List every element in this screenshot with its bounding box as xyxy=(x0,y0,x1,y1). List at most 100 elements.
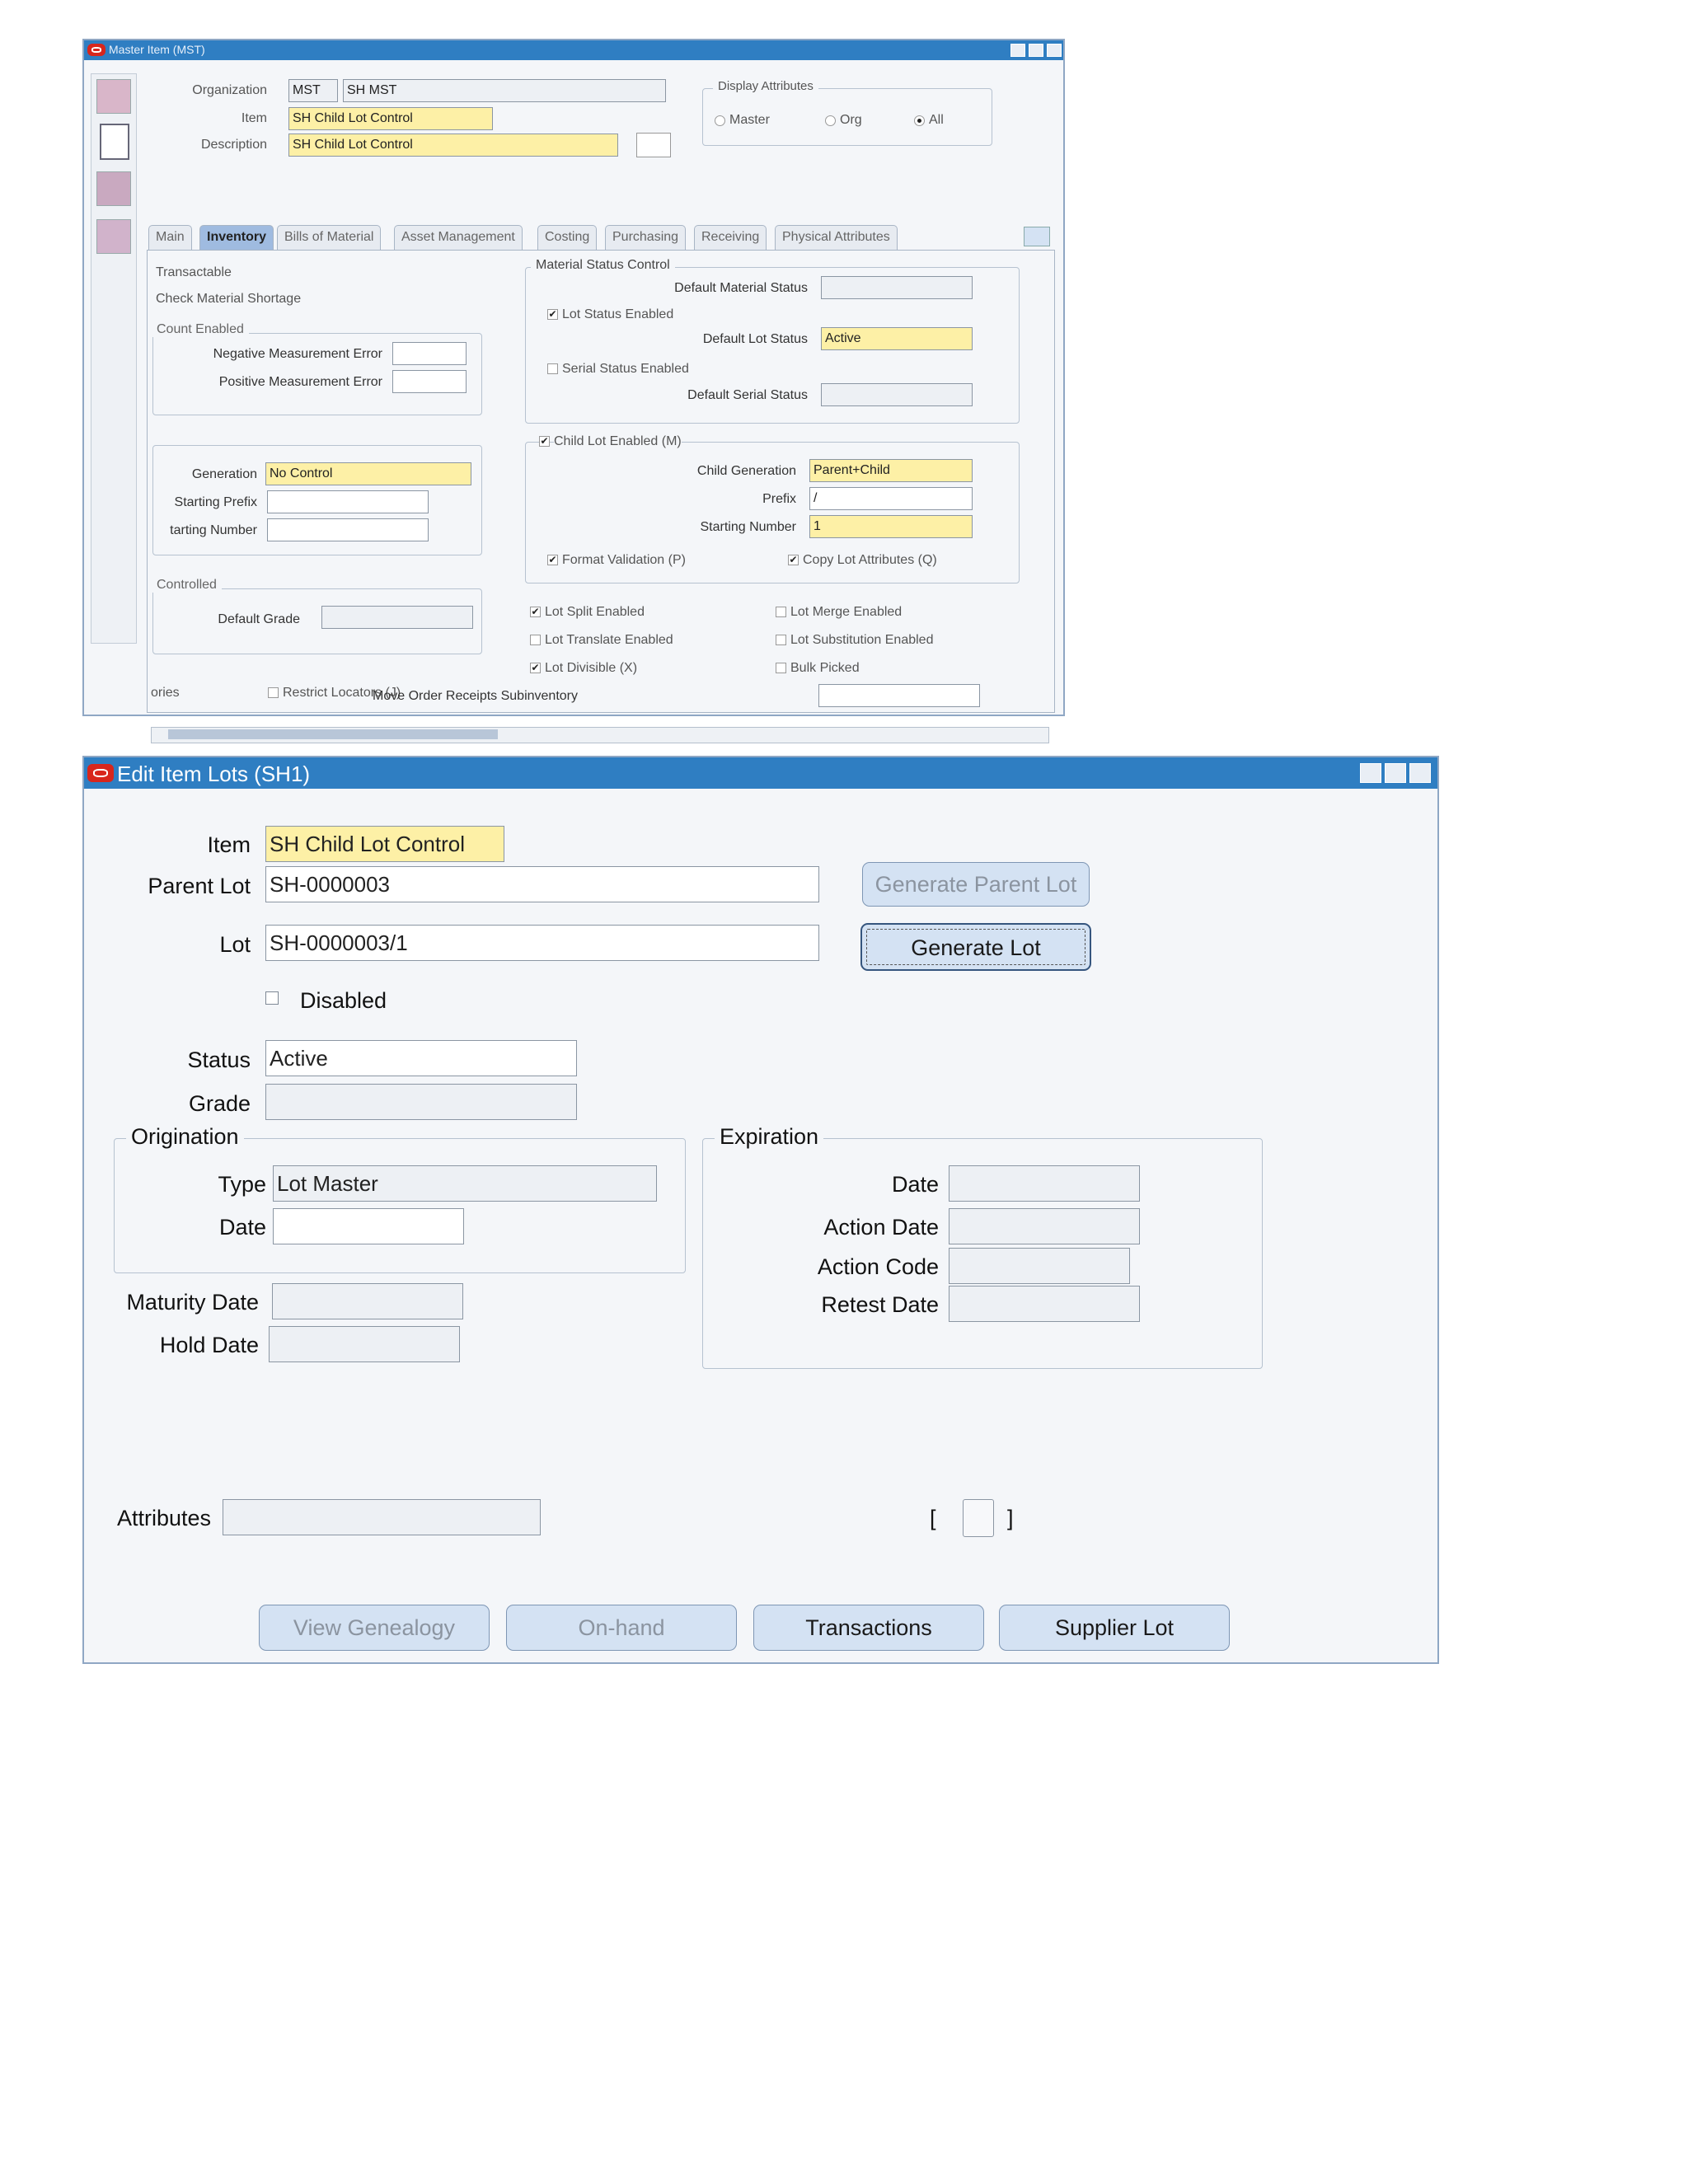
folder-icon[interactable] xyxy=(96,79,131,114)
tab-main[interactable]: Main xyxy=(148,225,192,250)
starting-prefix-field[interactable] xyxy=(267,490,429,513)
default-grade-field[interactable] xyxy=(321,606,473,629)
bulk-picked-checkbox[interactable] xyxy=(776,663,786,673)
origination-date-field[interactable] xyxy=(273,1208,464,1244)
oracle-logo-icon xyxy=(87,44,106,56)
lot-merge-checkbox[interactable] xyxy=(776,607,786,617)
description-field[interactable]: SH Child Lot Control xyxy=(288,134,618,157)
tab-purchasing[interactable]: Purchasing xyxy=(605,225,687,250)
restrict-locators-checkbox[interactable] xyxy=(268,687,279,698)
expiration-date-field[interactable] xyxy=(949,1165,1140,1202)
default-lot-status-field[interactable]: Active xyxy=(821,327,973,350)
scrollbar-thumb[interactable] xyxy=(168,729,498,739)
tab-inventory[interactable]: Inventory xyxy=(199,225,274,250)
child-starting-number-label: Starting Number xyxy=(700,520,797,534)
radio-org[interactable] xyxy=(825,115,836,126)
origination-title: Origination xyxy=(126,1124,244,1150)
document-icon[interactable] xyxy=(100,124,129,160)
organization-code-field[interactable]: MST xyxy=(288,79,338,102)
lot-split-checkbox[interactable]: ✔ xyxy=(530,607,541,617)
retest-date-field[interactable] xyxy=(949,1286,1140,1322)
grade-field[interactable] xyxy=(265,1084,577,1120)
child-generation-select[interactable]: Parent+Child xyxy=(809,459,973,482)
action-date-label: Action Date xyxy=(823,1215,939,1240)
hold-date-field[interactable] xyxy=(269,1326,460,1362)
origination-group: Origination Type Lot Master Date xyxy=(114,1124,686,1273)
lot-translate-checkbox[interactable] xyxy=(530,635,541,645)
format-validation-checkbox[interactable]: ✔ xyxy=(547,555,558,565)
lot-substitution-label: Lot Substitution Enabled xyxy=(790,633,934,647)
minimize-icon[interactable] xyxy=(1360,763,1381,783)
attachment-icon[interactable] xyxy=(96,171,131,206)
maximize-icon[interactable] xyxy=(1385,763,1406,783)
child-lot-enabled-checkbox[interactable]: ✔ xyxy=(539,436,550,447)
bracket-right: ] xyxy=(1007,1506,1014,1530)
horizontal-scrollbar[interactable] xyxy=(151,727,1049,743)
count-group: Count Enabled Negative Measurement Error… xyxy=(152,322,482,415)
origination-type-field[interactable]: Lot Master xyxy=(273,1165,657,1202)
status-field[interactable]: Active xyxy=(265,1040,577,1076)
view-genealogy-button[interactable]: View Genealogy xyxy=(259,1605,490,1651)
child-starting-number-field[interactable]: 1 xyxy=(809,515,973,538)
prefix-field[interactable]: / xyxy=(809,487,973,510)
parent-lot-field[interactable]: SH-0000003 xyxy=(265,866,819,902)
action-date-field[interactable] xyxy=(949,1208,1140,1244)
lot-merge-label: Lot Merge Enabled xyxy=(790,605,903,619)
tab-physical-attributes[interactable]: Physical Attributes xyxy=(775,225,898,250)
count-enabled-label: Count Enabled xyxy=(152,322,249,337)
radio-all-label: All xyxy=(929,113,944,127)
tab-scroll-right-icon[interactable] xyxy=(1024,227,1050,246)
negative-error-field[interactable] xyxy=(392,342,467,365)
item-label: Item xyxy=(241,111,267,125)
minimize-icon[interactable] xyxy=(1010,44,1025,57)
generation-select[interactable]: No Control xyxy=(265,462,471,485)
lot-status-enabled-checkbox[interactable]: ✔ xyxy=(547,309,558,320)
transactable-label: Transactable xyxy=(156,265,232,279)
lot-translate-label: Lot Translate Enabled xyxy=(545,633,673,647)
default-material-status-field[interactable] xyxy=(821,276,973,299)
tab-bills-of-material[interactable]: Bills of Material xyxy=(277,225,382,250)
lot-substitution-checkbox[interactable] xyxy=(776,635,786,645)
check-shortage-label: Check Material Shortage xyxy=(156,292,302,306)
attributes-label: Attributes xyxy=(116,1506,211,1530)
item-field[interactable]: SH Child Lot Control xyxy=(288,107,493,130)
default-serial-status-field[interactable] xyxy=(821,383,973,406)
default-lot-status-label: Default Lot Status xyxy=(702,332,808,346)
transactions-button[interactable]: Transactions xyxy=(753,1605,984,1651)
copy-lot-attributes-label: Copy Lot Attributes (Q) xyxy=(803,553,937,567)
maximize-icon[interactable] xyxy=(1029,44,1043,57)
edit-item-lots-title: Edit Item Lots (SH1) xyxy=(117,762,311,786)
radio-master[interactable] xyxy=(715,115,725,126)
maturity-date-field[interactable] xyxy=(272,1283,463,1319)
organization-name-field[interactable]: SH MST xyxy=(343,79,666,102)
positive-error-field[interactable] xyxy=(392,370,467,393)
supplier-lot-button[interactable]: Supplier Lot xyxy=(999,1605,1230,1651)
starting-number-field[interactable] xyxy=(267,518,429,541)
descriptive-flexfield-icon[interactable] xyxy=(963,1499,994,1537)
generate-parent-lot-button[interactable]: Generate Parent Lot xyxy=(862,862,1090,907)
oracle-logo-icon xyxy=(87,764,114,782)
action-code-field[interactable] xyxy=(949,1248,1130,1284)
description-flex-icon[interactable] xyxy=(636,133,671,157)
tab-costing[interactable]: Costing xyxy=(537,225,598,250)
tab-asset-management[interactable]: Asset Management xyxy=(394,225,523,250)
generate-lot-button[interactable]: Generate Lot xyxy=(860,923,1091,971)
lot-divisible-checkbox[interactable]: ✔ xyxy=(530,663,541,673)
attributes-field[interactable] xyxy=(223,1499,541,1535)
disabled-checkbox[interactable] xyxy=(265,991,279,1005)
item-field[interactable]: SH Child Lot Control xyxy=(265,826,504,862)
copy-lot-attributes-checkbox[interactable]: ✔ xyxy=(788,555,799,565)
starting-prefix-label: Starting Prefix xyxy=(174,495,257,509)
tab-receiving[interactable]: Receiving xyxy=(694,225,767,250)
lot-field[interactable]: SH-0000003/1 xyxy=(265,925,819,961)
close-icon[interactable] xyxy=(1409,763,1431,783)
serial-status-enabled-checkbox[interactable] xyxy=(547,363,558,374)
parent-lot-label: Parent Lot xyxy=(148,874,251,898)
list-icon[interactable] xyxy=(96,219,131,254)
move-order-field[interactable] xyxy=(818,684,980,707)
radio-all[interactable] xyxy=(914,115,925,126)
master-item-window: Master Item (MST) Organization MST SH MS… xyxy=(82,39,1065,743)
on-hand-button[interactable]: On-hand xyxy=(506,1605,737,1651)
inventory-tab-panel: Transactable Check Material Shortage Cou… xyxy=(147,250,1055,743)
close-icon[interactable] xyxy=(1047,44,1062,57)
